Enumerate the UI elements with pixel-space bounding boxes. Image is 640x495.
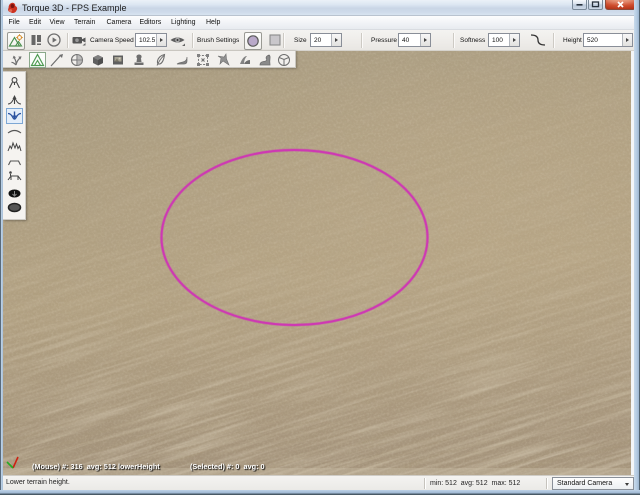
svg-text:(Mouse) #: 316 avg: 512 lower: (Mouse) #: 316 avg: 512 lowerHeight: [32, 462, 160, 471]
svg-text:(Selected) #: 0 avg: 0: (Selected) #: 0 avg: 0: [190, 462, 265, 471]
